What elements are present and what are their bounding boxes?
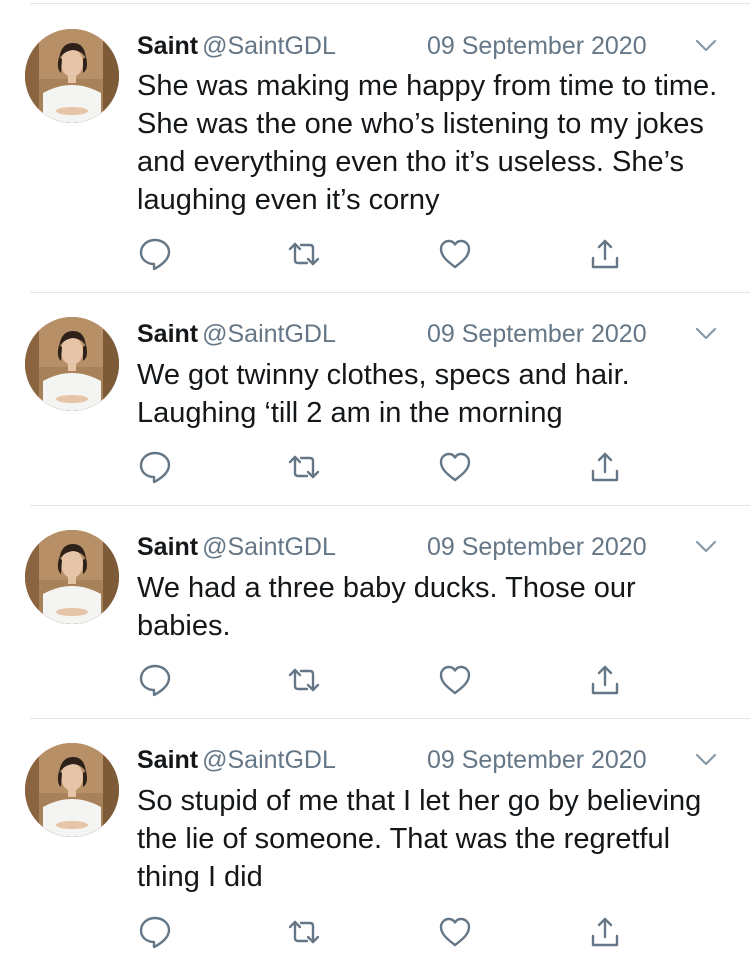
tweet-header: Saint @SaintGDL <box>137 531 336 563</box>
reply-icon[interactable] <box>137 449 173 485</box>
share-icon[interactable] <box>587 449 623 485</box>
tweet-text: She was making me happy from time to tim… <box>137 70 718 216</box>
tweet-date[interactable]: 09 September 2020 <box>427 531 647 563</box>
display-name[interactable]: Saint <box>137 746 198 774</box>
retweet-icon[interactable] <box>286 662 322 698</box>
tweet-header: Saint @SaintGDL <box>137 318 336 350</box>
like-icon[interactable] <box>437 236 473 272</box>
display-name[interactable]: Saint <box>137 32 198 60</box>
chevron-down-icon[interactable] <box>694 537 718 557</box>
like-icon[interactable] <box>437 449 473 485</box>
share-icon[interactable] <box>587 914 623 950</box>
display-name[interactable]: Saint <box>137 533 198 561</box>
retweet-icon[interactable] <box>286 449 322 485</box>
reply-icon[interactable] <box>137 914 173 950</box>
like-icon[interactable] <box>437 662 473 698</box>
tweet-date[interactable]: 09 September 2020 <box>427 318 647 350</box>
chevron-down-icon[interactable] <box>694 750 718 770</box>
tweet[interactable]: Saint @SaintGDL 09 September 2020 We had … <box>0 505 750 719</box>
tweet-text: So stupid of me that I let her go by bel… <box>137 785 702 893</box>
tweet-date[interactable]: 09 September 2020 <box>427 30 647 62</box>
user-handle[interactable]: @SaintGDL <box>202 533 336 561</box>
avatar[interactable] <box>25 317 119 411</box>
tweet-date[interactable]: 09 September 2020 <box>427 744 647 776</box>
chevron-down-icon[interactable] <box>694 36 718 56</box>
tweet-actions <box>137 662 637 698</box>
tweet[interactable]: Saint @SaintGDL 09 September 2020 So stup… <box>0 718 750 967</box>
tweet-header: Saint @SaintGDL <box>137 30 336 62</box>
display-name[interactable]: Saint <box>137 320 198 348</box>
tweet-text: We got twinny clothes, specs and hair. L… <box>137 359 630 429</box>
avatar[interactable] <box>25 29 119 123</box>
user-handle[interactable]: @SaintGDL <box>202 746 336 774</box>
tweet-actions <box>137 236 637 272</box>
tweet[interactable]: Saint @SaintGDL 09 September 2020 She was… <box>0 0 750 293</box>
tweet[interactable]: Saint @SaintGDL 09 September 2020 We got … <box>0 292 750 506</box>
retweet-icon[interactable] <box>286 236 322 272</box>
tweet-header: Saint @SaintGDL <box>137 744 336 776</box>
tweet-actions <box>137 449 637 485</box>
retweet-icon[interactable] <box>286 914 322 950</box>
avatar[interactable] <box>25 743 119 837</box>
avatar[interactable] <box>25 530 119 624</box>
reply-icon[interactable] <box>137 236 173 272</box>
like-icon[interactable] <box>437 914 473 950</box>
tweet-actions <box>137 914 637 950</box>
user-handle[interactable]: @SaintGDL <box>202 32 336 60</box>
tweet-text: We had a three baby ducks. Those our bab… <box>137 572 636 642</box>
user-handle[interactable]: @SaintGDL <box>202 320 336 348</box>
share-icon[interactable] <box>587 662 623 698</box>
reply-icon[interactable] <box>137 662 173 698</box>
share-icon[interactable] <box>587 236 623 272</box>
chevron-down-icon[interactable] <box>694 324 718 344</box>
